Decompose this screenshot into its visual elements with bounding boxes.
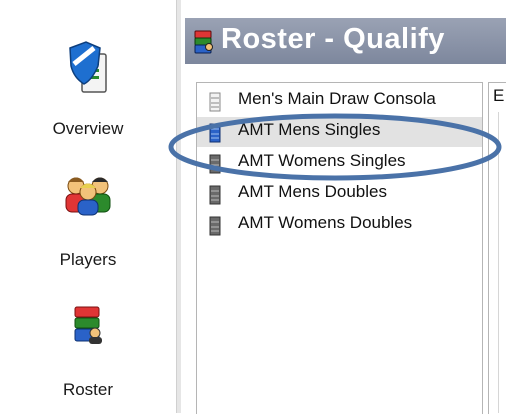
draw-list-icon: [209, 185, 221, 210]
draw-list-icon: [209, 154, 221, 179]
page-header: Roster - Qualify: [185, 18, 506, 64]
shield-document-icon: [66, 40, 110, 101]
list-item-label: AMT Womens Singles: [238, 151, 406, 170]
draw-list-icon: [209, 123, 221, 148]
draw-list: Men's Main Draw Consola AMT Mens Singles…: [196, 82, 483, 414]
nav-item-players[interactable]: Players: [0, 170, 176, 275]
draw-list-icon: [209, 216, 221, 241]
roster-stack-icon: [71, 305, 105, 350]
nav-item-roster[interactable]: Roster: [0, 305, 176, 405]
list-item[interactable]: AMT Mens Singles: [197, 117, 482, 147]
nav-label-players: Players: [59, 250, 117, 269]
nav-divider[interactable]: [176, 0, 181, 413]
nav-label-overview: Overview: [52, 119, 124, 138]
detail-column-divider: [498, 112, 506, 413]
roster-stack-icon: [193, 30, 215, 59]
list-item-label: Men's Main Draw Consola: [238, 89, 436, 108]
list-item[interactable]: AMT Womens Doubles: [197, 210, 482, 240]
nav-item-overview[interactable]: Overview: [0, 30, 176, 145]
nav-label-roster: Roster: [62, 380, 114, 399]
list-item-label: AMT Mens Singles: [238, 120, 381, 139]
left-nav: Overview Players Roster: [0, 0, 176, 413]
list-item[interactable]: AMT Mens Doubles: [197, 179, 482, 209]
list-item-label: AMT Womens Doubles: [238, 213, 413, 232]
people-group-icon: [63, 174, 113, 221]
list-item[interactable]: AMT Womens Singles: [197, 148, 482, 178]
list-item[interactable]: Men's Main Draw Consola: [197, 86, 482, 116]
list-item-label: AMT Mens Doubles: [238, 182, 387, 201]
page-title: Roster - Qualify: [221, 23, 445, 55]
draw-list-icon: [209, 92, 221, 117]
detail-header-text: E: [493, 86, 505, 105]
